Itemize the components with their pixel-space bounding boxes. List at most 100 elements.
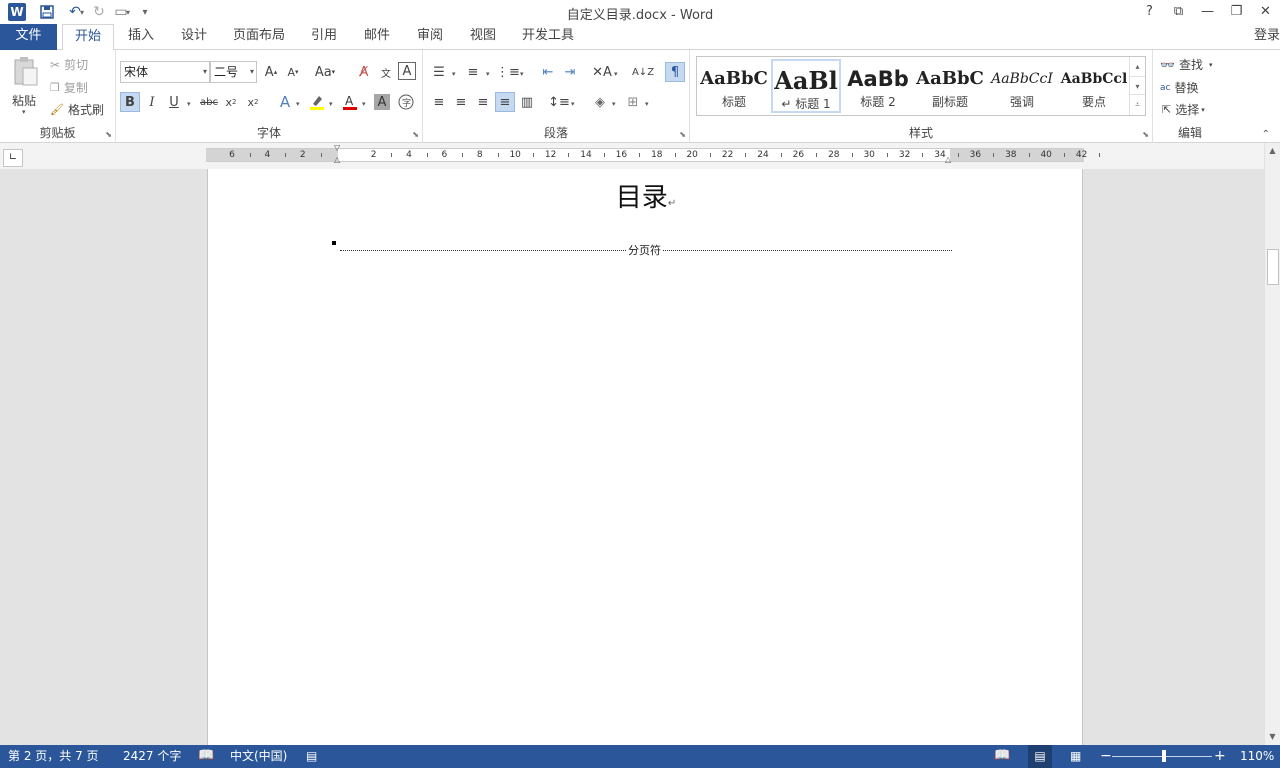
styles-launcher-icon[interactable]: ⬊	[1142, 130, 1149, 139]
tab-review[interactable]: 审阅	[410, 24, 450, 50]
shrink-font-icon[interactable]: A ▾	[283, 62, 303, 82]
copy-button[interactable]: ❐ 复制	[50, 79, 88, 96]
ribbon-display-options-button[interactable]: ⧉	[1164, 0, 1193, 24]
align-left-icon[interactable]: ≡	[429, 92, 449, 112]
tab-layout[interactable]: 页面布局	[228, 24, 290, 50]
font-color-icon[interactable]: A	[340, 92, 360, 112]
zoom-slider-thumb[interactable]	[1162, 750, 1166, 762]
text-effects-dropdown-icon[interactable]: ▾	[296, 100, 300, 108]
style-heading-2[interactable]: AaBb 标题 2	[843, 59, 913, 113]
find-button[interactable]: 👓 查找 ▾	[1160, 56, 1212, 73]
multilevel-list-icon[interactable]: ⋮≡	[496, 62, 520, 82]
chinese-layout-dropdown-icon[interactable]: ▾	[614, 70, 618, 78]
tab-mailings[interactable]: 邮件	[357, 24, 397, 50]
tab-view[interactable]: 视图	[463, 24, 503, 50]
tab-design[interactable]: 设计	[174, 24, 214, 50]
right-indent-icon[interactable]: △	[945, 155, 951, 164]
zoom-level[interactable]: 110%	[1240, 745, 1274, 768]
line-spacing-icon[interactable]: ↕≡	[548, 92, 570, 112]
decrease-indent-icon[interactable]: ⇤	[538, 62, 558, 82]
gallery-more-icon[interactable]: ⩡	[1130, 95, 1145, 114]
tab-references[interactable]: 引用	[304, 24, 344, 50]
style-heading-1[interactable]: AaBl ↵ 标题 1	[771, 59, 841, 113]
gallery-up-icon[interactable]: ▴	[1130, 57, 1145, 76]
paste-button[interactable]: 粘贴 ▾	[8, 54, 42, 116]
numbering-icon[interactable]: ≡	[463, 62, 483, 82]
scroll-up-icon[interactable]: ▲	[1265, 143, 1280, 159]
format-painter-button[interactable]: 🖌 格式刷	[50, 101, 104, 118]
macro-record-icon[interactable]: ▤	[306, 745, 317, 768]
clipboard-launcher-icon[interactable]: ⬊	[105, 130, 112, 139]
enclose-characters-icon[interactable]: 字	[396, 92, 416, 112]
print-layout-icon[interactable]: ▤	[1028, 745, 1052, 768]
style-subtitle[interactable]: AaBbC 副标题	[915, 59, 985, 113]
tab-developer[interactable]: 开发工具	[517, 24, 579, 50]
numbering-dropdown-icon[interactable]: ▾	[486, 70, 490, 78]
word-count[interactable]: 2427 个字	[123, 745, 181, 768]
character-border-icon[interactable]: A	[398, 62, 416, 80]
show-formatting-marks-icon[interactable]: ¶	[665, 62, 685, 82]
help-button[interactable]: ?	[1135, 0, 1164, 24]
hanging-indent-icon[interactable]: △	[334, 155, 340, 164]
tab-insert[interactable]: 插入	[121, 24, 161, 50]
cut-button[interactable]: ✂ 剪切	[50, 56, 88, 73]
scroll-down-icon[interactable]: ▼	[1265, 729, 1280, 745]
collapse-ribbon-icon[interactable]: ⌃	[1262, 129, 1270, 140]
character-shading-icon[interactable]: A	[374, 94, 390, 110]
distributed-icon[interactable]: ▥	[517, 92, 537, 112]
horizontal-ruler[interactable]: 6 4 2 2 4 6 8 10 12 14 16 18 20 22 24 26 28 30 32 34 36 38 40 4…	[206, 143, 1101, 164]
phonetic-guide-icon[interactable]: 文	[376, 62, 396, 82]
shading-dropdown-icon[interactable]: ▾	[612, 100, 616, 108]
line-spacing-dropdown-icon[interactable]: ▾	[571, 100, 575, 108]
page[interactable]: 目录↵ 分页符	[207, 169, 1083, 745]
align-right-icon[interactable]: ≡	[473, 92, 493, 112]
toc-heading[interactable]: 目录↵	[208, 177, 1084, 214]
tab-file[interactable]: 文件	[0, 24, 57, 50]
highlight-dropdown-icon[interactable]: ▾	[329, 100, 333, 108]
bold-icon[interactable]: B	[120, 92, 140, 112]
grow-font-icon[interactable]: A ▴	[261, 62, 281, 82]
style-emphasis[interactable]: AaBbCcI 强调	[987, 59, 1057, 113]
select-button[interactable]: ⇱ 选择 ▾	[1162, 101, 1205, 118]
paragraph-launcher-icon[interactable]: ⬊	[679, 130, 686, 139]
shading-icon[interactable]: ◈	[590, 92, 610, 112]
chinese-layout-icon[interactable]: ✕A	[592, 62, 612, 82]
italic-icon[interactable]: I	[142, 92, 162, 112]
font-color-dropdown-icon[interactable]: ▾	[362, 100, 366, 108]
tab-home[interactable]: 开始	[62, 24, 114, 51]
gallery-down-icon[interactable]: ▾	[1130, 76, 1145, 95]
underline-icon[interactable]: U	[164, 92, 184, 112]
vertical-scrollbar[interactable]: ▲ ▼	[1264, 143, 1280, 745]
align-center-icon[interactable]: ≡	[451, 92, 471, 112]
read-mode-icon[interactable]: 📖	[994, 745, 1010, 768]
web-layout-icon[interactable]: ▦	[1070, 745, 1081, 768]
strikethrough-icon[interactable]: abc	[198, 92, 220, 112]
underline-dropdown-icon[interactable]: ▾	[187, 100, 191, 108]
replace-button[interactable]: ac 替换	[1160, 79, 1198, 96]
page-count[interactable]: 第 2 页，共 7 页	[8, 745, 99, 768]
font-name-combo[interactable]: 宋体 ▾	[120, 61, 210, 83]
restore-button[interactable]: ❐	[1222, 0, 1251, 24]
borders-dropdown-icon[interactable]: ▾	[645, 100, 649, 108]
zoom-in-icon[interactable]: +	[1214, 745, 1226, 768]
font-launcher-icon[interactable]: ⬊	[412, 130, 419, 139]
justify-icon[interactable]: ≡	[495, 92, 515, 112]
bullets-icon[interactable]: ☰	[429, 62, 449, 82]
clear-formatting-icon[interactable]: A̸	[354, 62, 374, 82]
close-button[interactable]: ✕	[1251, 0, 1280, 24]
first-line-indent-icon[interactable]: ▽	[334, 143, 340, 152]
subscript-icon[interactable]: x2	[221, 92, 241, 112]
tab-selector-icon[interactable]: ∟	[3, 149, 23, 167]
style-title[interactable]: AaBbC 标题	[699, 59, 769, 113]
increase-indent-icon[interactable]: ⇥	[560, 62, 580, 82]
change-case-icon[interactable]: Aa ▾	[312, 62, 338, 82]
minimize-button[interactable]: —	[1193, 0, 1222, 24]
style-strong[interactable]: AaBbCcl 要点	[1059, 59, 1129, 113]
superscript-icon[interactable]: x2	[243, 92, 263, 112]
bullets-dropdown-icon[interactable]: ▾	[452, 70, 456, 78]
text-effects-icon[interactable]: A	[275, 92, 295, 112]
highlight-icon[interactable]	[307, 92, 327, 112]
scroll-thumb[interactable]	[1267, 249, 1279, 285]
multilevel-dropdown-icon[interactable]: ▾	[520, 70, 524, 78]
font-size-combo[interactable]: 二号 ▾	[210, 61, 257, 83]
